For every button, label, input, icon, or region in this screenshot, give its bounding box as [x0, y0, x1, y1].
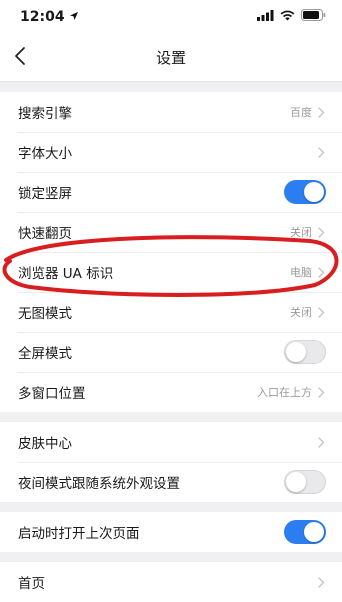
toggle-switch[interactable]	[284, 470, 326, 494]
settings-row-value: 入口在上方	[257, 386, 312, 399]
settings-row[interactable]: 多窗口位置 入口在上方	[0, 372, 342, 412]
chevron-right-icon	[316, 436, 326, 448]
settings-row-accessory: 关闭	[290, 304, 326, 320]
status-time: 12:04	[20, 9, 65, 25]
battery-icon	[301, 9, 326, 25]
chevron-right-icon	[316, 106, 326, 118]
settings-row[interactable]: 首页	[0, 562, 342, 602]
settings-row-value: 百度	[290, 106, 312, 119]
settings-row-label: 首页	[18, 576, 45, 592]
toggle-switch[interactable]	[284, 520, 326, 544]
status-bar: 12:04	[0, 0, 342, 34]
settings-row-accessory: 电脑	[290, 264, 326, 280]
back-button[interactable]	[14, 34, 44, 82]
settings-row-label: 浏览器 UA 标识	[18, 266, 114, 282]
settings-section: 启动时打开上次页面	[0, 512, 342, 552]
settings-row[interactable]: 无图模式 关闭	[0, 292, 342, 332]
chevron-right-icon	[316, 386, 326, 398]
settings-list: 搜索引擎 百度 字体大小 锁定竖屏 快速翻页 关闭 浏览器 UA 标识 电脑 无图模式 关闭 全屏模…	[0, 92, 342, 602]
settings-row-accessory	[284, 340, 326, 364]
settings-section: 搜索引擎 百度 字体大小 锁定竖屏 快速翻页 关闭 浏览器 UA 标识 电脑 无图模式 关闭 全屏模…	[0, 92, 342, 412]
toggle-switch[interactable]	[284, 180, 326, 204]
page-title: 设置	[155, 49, 186, 67]
settings-row-accessory	[316, 436, 326, 448]
nav-bar: 设置	[0, 34, 342, 82]
settings-row-accessory	[316, 576, 326, 588]
settings-row-value: 关闭	[290, 226, 312, 239]
chevron-right-icon	[316, 306, 326, 318]
settings-row-accessory: 关闭	[290, 224, 326, 240]
settings-section: 皮肤中心夜间模式跟随系统外观设置	[0, 422, 342, 502]
settings-row-accessory: 百度	[290, 104, 326, 120]
settings-row-label: 夜间模式跟随系统外观设置	[18, 476, 180, 492]
settings-row-label: 锁定竖屏	[18, 186, 72, 202]
location-arrow-icon	[69, 9, 79, 25]
settings-row-label: 无图模式	[18, 306, 72, 322]
settings-row[interactable]: 全屏模式	[0, 332, 342, 372]
chevron-right-icon	[316, 226, 326, 238]
chevron-right-icon	[316, 266, 326, 278]
toggle-switch[interactable]	[284, 340, 326, 364]
chevron-left-icon	[14, 46, 26, 70]
settings-row[interactable]: 启动时打开上次页面	[0, 512, 342, 552]
wifi-icon	[280, 9, 295, 25]
toggle-knob	[304, 522, 324, 542]
settings-row-accessory	[316, 146, 326, 158]
settings-row[interactable]: 夜间模式跟随系统外观设置	[0, 462, 342, 502]
settings-row-label: 快速翻页	[18, 226, 72, 242]
toggle-knob	[286, 472, 306, 492]
settings-section: 首页	[0, 562, 342, 602]
settings-row-label: 搜索引擎	[18, 106, 72, 122]
settings-row-label: 启动时打开上次页面	[18, 526, 140, 542]
settings-row[interactable]: 字体大小	[0, 132, 342, 172]
settings-row-accessory	[284, 180, 326, 204]
signal-icon	[257, 9, 274, 25]
settings-row-value: 电脑	[290, 266, 312, 279]
status-right	[257, 9, 326, 25]
settings-row[interactable]: 搜索引擎 百度	[0, 92, 342, 132]
settings-row-label: 字体大小	[18, 146, 72, 162]
settings-row-value: 关闭	[290, 306, 312, 319]
settings-row[interactable]: 皮肤中心	[0, 422, 342, 462]
settings-row-label: 全屏模式	[18, 346, 72, 362]
settings-row-accessory	[284, 470, 326, 494]
status-left: 12:04	[20, 9, 79, 25]
settings-row[interactable]: 锁定竖屏	[0, 172, 342, 212]
chevron-right-icon	[316, 576, 326, 588]
settings-row[interactable]: 浏览器 UA 标识 电脑	[0, 252, 342, 292]
settings-row-accessory: 入口在上方	[257, 384, 326, 400]
toggle-knob	[304, 182, 324, 202]
settings-row[interactable]: 快速翻页 关闭	[0, 212, 342, 252]
chevron-right-icon	[316, 146, 326, 158]
toggle-knob	[286, 342, 306, 362]
settings-row-label: 皮肤中心	[18, 436, 72, 452]
settings-row-label: 多窗口位置	[18, 386, 86, 402]
settings-row-accessory	[284, 520, 326, 544]
